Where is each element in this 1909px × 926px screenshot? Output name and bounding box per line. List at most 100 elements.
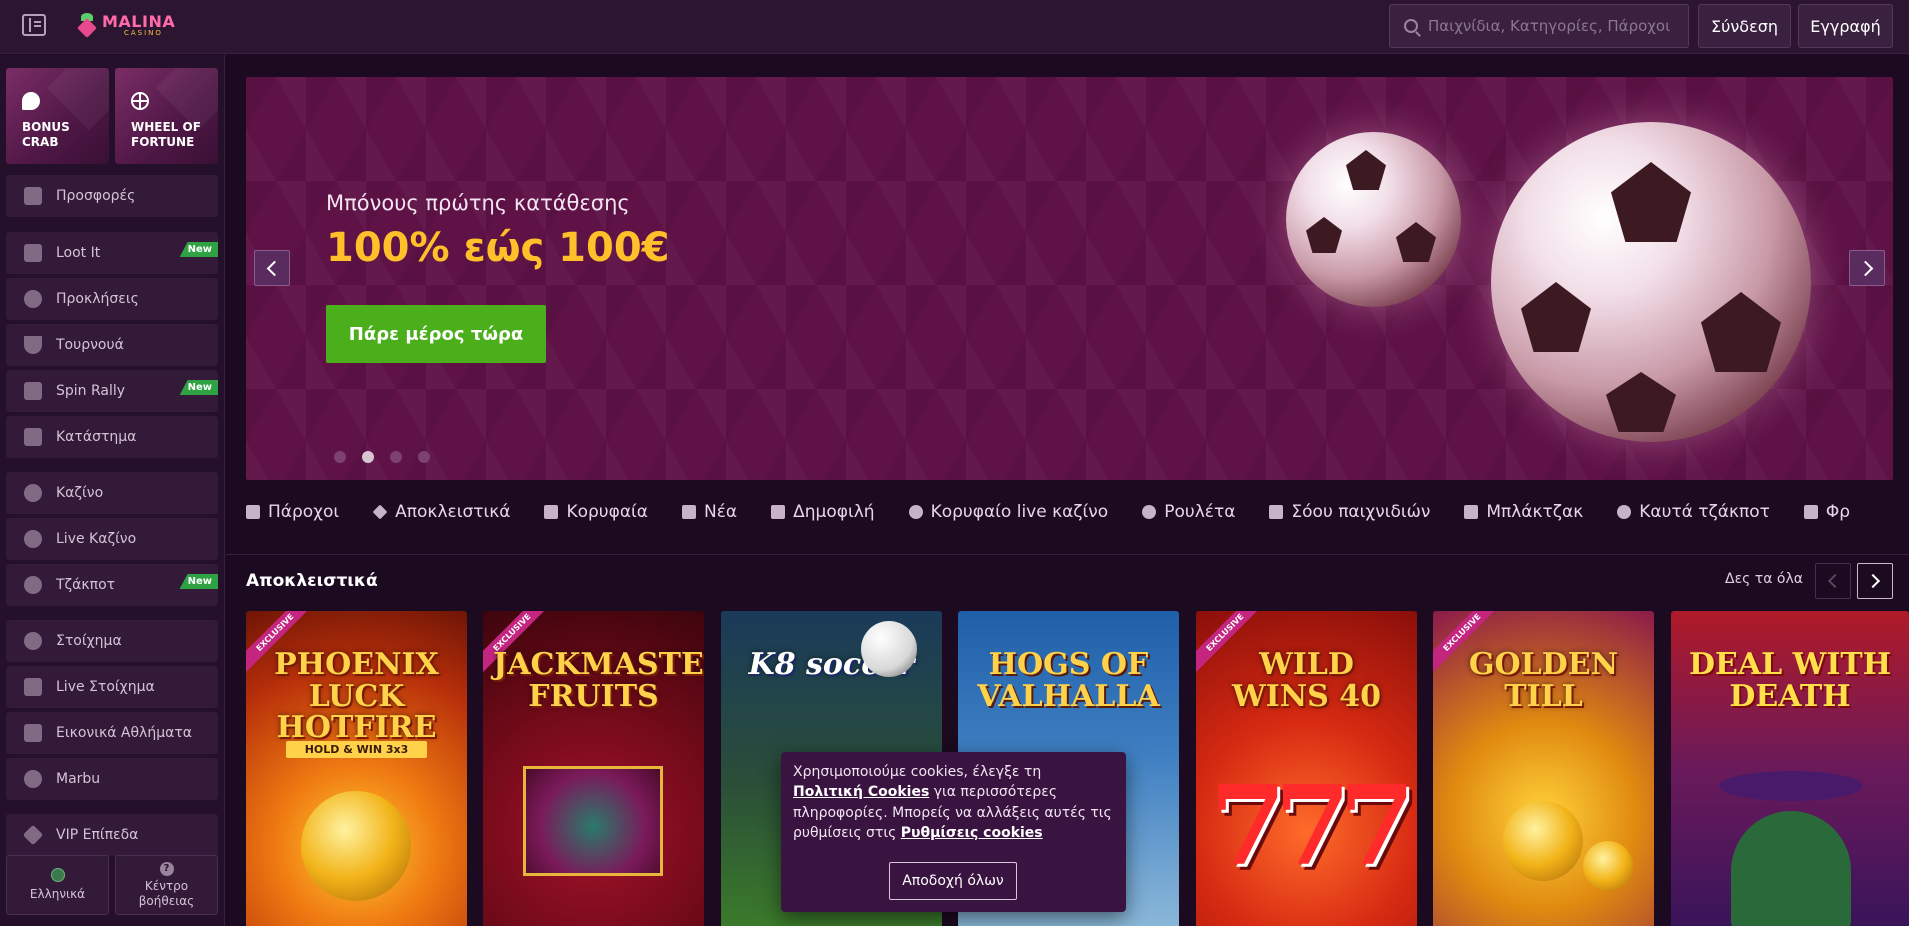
- tab-label: Σόου παιχνιδιών: [1291, 502, 1431, 522]
- game-title: PHOENIX LUCK HOTFIRE: [274, 647, 439, 745]
- tab-roulette[interactable]: Ρουλέτα: [1142, 502, 1235, 522]
- tab-popular[interactable]: Δημοφιλή: [771, 502, 875, 522]
- game-card[interactable]: DEAL WITH DEATH: [1671, 611, 1909, 926]
- phoenix-coin-image: [301, 791, 411, 901]
- slide-dot[interactable]: [334, 451, 346, 463]
- sidebar-item-label: Live Καζίνο: [56, 531, 137, 547]
- tab-label: Αποκλειστικά: [395, 502, 511, 522]
- wheel-icon: [131, 92, 149, 110]
- cookie-settings-link[interactable]: Ρυθμίσεις cookies: [901, 825, 1043, 841]
- sidebar-item-live-betting[interactable]: Live Στοίχημα: [6, 666, 218, 708]
- new-badge: New: [179, 242, 218, 257]
- game-card[interactable]: EXCLUSIVE GOLDEN TILL: [1433, 611, 1654, 926]
- tab-label: Κορυφαία: [566, 502, 648, 522]
- game-card[interactable]: EXCLUSIVE JACKMASTER FRUITS: [483, 611, 704, 926]
- sidebar-item-label: VIP Επίπεδα: [56, 827, 139, 843]
- slide-dot[interactable]: [418, 451, 430, 463]
- sidebar-item-challenges[interactable]: Προκλήσεις: [6, 278, 218, 320]
- tile-label: WHEEL OF FORTUNE: [131, 120, 201, 149]
- show-icon: [1269, 505, 1284, 519]
- carousel-next-button[interactable]: [1857, 563, 1893, 599]
- sidebar-item-betting[interactable]: Στοίχημα: [6, 620, 218, 662]
- tab-new[interactable]: Νέα: [682, 502, 737, 522]
- sidebar-item-store[interactable]: Κατάστημα: [6, 416, 218, 458]
- sidebar-item-label: Στοίχημα: [56, 633, 122, 649]
- diamond-icon: [22, 824, 44, 846]
- grid-icon: [246, 505, 260, 519]
- accept-all-button[interactable]: Αποδοχή όλων: [889, 862, 1017, 900]
- sidebar-toggle-icon[interactable]: [22, 14, 46, 36]
- sidebar-item-marbu[interactable]: Marbu: [6, 758, 218, 800]
- sidebar-item-vip[interactable]: VIP Επίπεδα: [6, 814, 218, 856]
- sidebar-item-label: Προκλήσεις: [56, 291, 139, 307]
- section-divider: [226, 554, 1909, 555]
- marbu-icon: [24, 770, 42, 788]
- soccer-ball-image: [861, 621, 917, 677]
- logo-text: MALINA CASINO: [102, 11, 176, 37]
- join-now-button[interactable]: Πάρε μέρος τώρα: [326, 305, 546, 363]
- fruit-icon: [1803, 505, 1818, 519]
- sidebar-item-label: Τζάκποτ: [56, 577, 116, 593]
- search-icon: [1404, 19, 1418, 33]
- game-card[interactable]: EXCLUSIVE WILD WINS 40 777: [1196, 611, 1417, 926]
- tab-hot-jackpots[interactable]: Καυτά τζάκποτ: [1617, 502, 1770, 522]
- tab-providers[interactable]: Πάροχοι: [246, 502, 339, 522]
- roulette-icon: [24, 530, 42, 548]
- sidebar-item-live-casino[interactable]: Live Καζίνο: [6, 518, 218, 560]
- banner-title: 100% εώς 100€: [326, 225, 670, 271]
- sidebar-item-label: Marbu: [56, 771, 101, 787]
- register-button[interactable]: Εγγραφή: [1798, 4, 1893, 48]
- tab-label: Πάροχοι: [268, 502, 340, 522]
- tab-blackjack[interactable]: Μπλάκτζακ: [1464, 502, 1583, 522]
- carousel-prev-button[interactable]: [1815, 563, 1851, 599]
- logo-title: MALINA: [102, 11, 176, 31]
- gold-coin-image: [1583, 841, 1633, 891]
- chip-icon: [908, 505, 923, 519]
- trophy-icon: [24, 336, 42, 354]
- wheel-of-fortune-tile[interactable]: WHEEL OF FORTUNE: [115, 68, 218, 164]
- login-button[interactable]: Σύνδεση: [1698, 4, 1791, 48]
- banner-prev-button[interactable]: [254, 250, 290, 286]
- skeleton-character-image: [1719, 771, 1863, 926]
- medal-icon: [24, 290, 42, 308]
- sidebar-item-virtual-sports[interactable]: Εικονικά Αθλήματα: [6, 712, 218, 754]
- tab-fruit[interactable]: Φρ: [1803, 502, 1850, 522]
- tab-label: Νέα: [704, 502, 738, 522]
- slide-dot[interactable]: [390, 451, 402, 463]
- sidebar-item-jackpot[interactable]: Τζάκποτ New: [6, 564, 218, 606]
- banner-pagination: [334, 451, 430, 463]
- see-all-link[interactable]: Δες τα όλα: [1725, 571, 1803, 587]
- help-center-button[interactable]: ? Κέντρο βοήθειας: [115, 855, 218, 915]
- slide-dot-active[interactable]: [362, 451, 374, 463]
- sidebar-item-label: Loot It: [56, 245, 101, 261]
- bonus-crab-tile[interactable]: BONUS CRAB: [6, 68, 109, 164]
- banner-next-button[interactable]: [1849, 250, 1885, 286]
- search-input[interactable]: [1428, 17, 1678, 35]
- sidebar-item-offers[interactable]: Προσφορές: [6, 175, 218, 217]
- gem-icon: [372, 504, 388, 520]
- live-bet-icon: [24, 678, 42, 696]
- sidebar-item-label: Καζίνο: [56, 485, 104, 501]
- game-title: JACKMASTER FRUITS: [493, 647, 704, 714]
- game-card[interactable]: EXCLUSIVE PHOENIX LUCK HOTFIRE HOLD & WI…: [246, 611, 467, 926]
- jester-image: [523, 766, 663, 876]
- cookie-consent-popup: Χρησιμοποιούμε cookies, έλεγξε τη Πολιτι…: [781, 752, 1126, 912]
- jackpot-icon: [24, 576, 42, 594]
- language-button[interactable]: Ελληνικά: [6, 855, 109, 915]
- tab-game-shows[interactable]: Σόου παιχνιδιών: [1269, 502, 1430, 522]
- sidebar-item-spin-rally[interactable]: Spin Rally New: [6, 370, 218, 412]
- logo[interactable]: MALINA CASINO: [74, 8, 175, 42]
- search-box[interactable]: [1389, 4, 1689, 48]
- tab-exclusives[interactable]: Αποκλειστικά: [372, 502, 511, 522]
- tab-label: Κορυφαίο live καζίνο: [930, 502, 1109, 522]
- tab-top[interactable]: Κορυφαία: [544, 502, 648, 522]
- sidebar-item-casino[interactable]: Καζίνο: [6, 472, 218, 514]
- new-icon: [682, 505, 696, 519]
- section-title: Αποκλειστικά: [246, 571, 378, 591]
- sidebar-item-loot-it[interactable]: Loot It New: [6, 232, 218, 274]
- sidebar-item-tournaments[interactable]: Τουρνουά: [6, 324, 218, 366]
- tab-top-live-casino[interactable]: Κορυφαίο live καζίνο: [908, 502, 1109, 522]
- sidebar-item-label: Κατάστημα: [56, 429, 137, 445]
- sidebar-item-label: Live Στοίχημα: [56, 679, 155, 695]
- cookie-policy-link[interactable]: Πολιτική Cookies: [793, 784, 929, 800]
